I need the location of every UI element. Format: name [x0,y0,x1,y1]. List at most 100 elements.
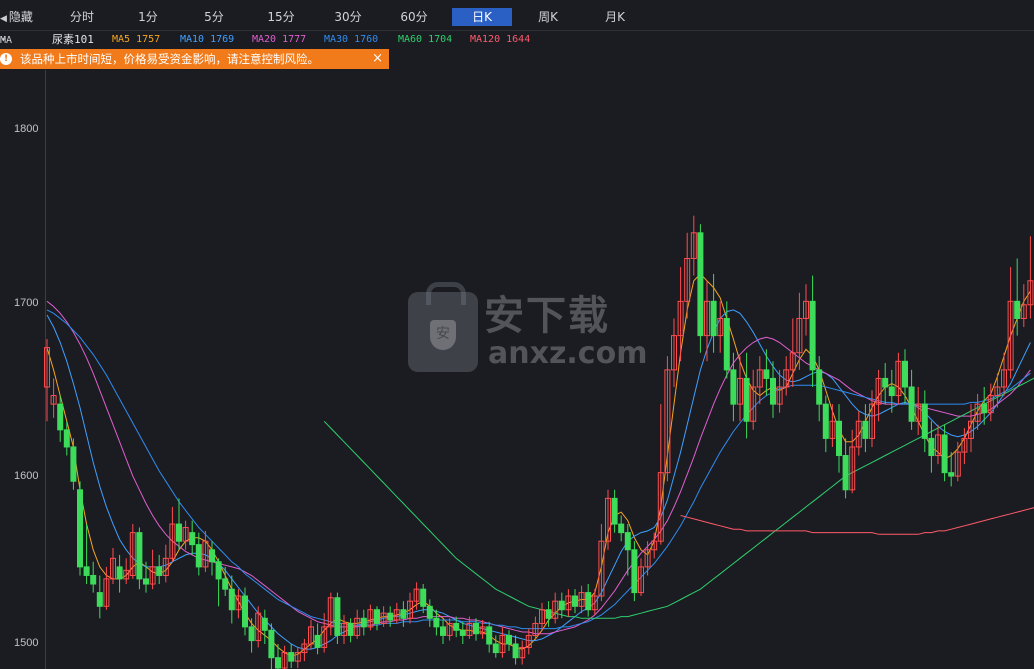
ma120-name: MA120 [470,34,501,45]
ma5-value: 1757 [136,34,161,45]
candle-down [96,592,103,607]
tab-60min[interactable]: 60分 [384,8,444,26]
candle-down [822,403,829,439]
candle-down [63,429,70,448]
candle-down [374,609,380,624]
tab-5min[interactable]: 5分 [184,8,244,26]
ma60-label: MA60 1704 [398,32,452,48]
hide-label: 隐藏 [8,10,33,24]
candle-down [77,489,83,568]
candle-down [888,386,895,397]
candle-down [400,609,407,619]
ma10-label: MA10 1769 [180,32,234,48]
candle-down [1014,300,1021,319]
candle-down [288,652,295,662]
candle-down [902,360,908,388]
candle-down [862,420,869,439]
candle-down [572,595,578,607]
tab-30min[interactable]: 30分 [318,8,378,26]
candle-down [882,377,889,388]
candle-down [314,634,321,648]
indicator-selector[interactable]: MA ▾ [0,32,12,48]
candle-down [697,232,704,337]
ma30-name: MA30 [324,34,349,45]
candle-down [453,622,460,631]
candle-down [90,574,97,585]
shield-icon: 安 [430,320,456,350]
ma120-value: 1644 [506,34,531,45]
candle-down [360,617,367,628]
candle-down [486,626,493,645]
candle-down [228,588,235,611]
candle-down [195,544,202,568]
tab-1min[interactable]: 1分 [118,8,178,26]
ma30-label: MA30 1760 [324,32,378,48]
candle-down [842,455,849,491]
ma-legend-row: MA ▾ 尿素101 MA5 1757 MA10 1769 MA20 1777 M… [0,31,1034,49]
candle-down [770,377,776,405]
candle-down [618,523,625,534]
info-icon: ! [0,53,12,65]
ma120-line [680,507,1034,535]
risk-warning-banner: ! 该品种上市时间短，价格易受资金影响，请注意控制风险。 × [0,49,389,69]
candle-down [176,523,182,542]
candle-down [215,561,222,580]
ma20-label: MA20 1777 [252,32,306,48]
candle-down [928,437,935,457]
candle-down [209,549,215,563]
instrument-name: 尿素101 [52,33,94,46]
candle-down [242,595,248,628]
tab-weekly-k[interactable]: 周K [518,8,578,26]
candle-down [611,497,618,525]
candle-down [248,626,255,642]
ma120-label: MA120 1644 [470,32,530,48]
candle-down [473,622,479,635]
candle-down [631,549,638,594]
candle-down [268,629,275,659]
candle-down [440,626,446,636]
candle-down [921,403,928,439]
period-toolbar: ◀ 隐藏 分时 1分 5分 15分 30分 60分 日K 周K 月K [0,0,1034,31]
tab-15min[interactable]: 15分 [251,8,311,26]
indicator-selector-label: MA [0,35,13,46]
ma60-name: MA60 [398,34,423,45]
candle-down [545,609,552,619]
close-icon[interactable]: × [372,49,383,69]
ma10-name: MA10 [180,34,205,45]
candle-down [156,566,163,576]
watermark: 安 安下载 anxz.com [408,282,647,374]
candle-down [57,403,64,431]
candle-down [334,597,341,636]
ma20-value: 1777 [282,34,307,45]
tab-monthly-k[interactable]: 月K [585,8,645,26]
candle-down [809,300,816,371]
candle-down [275,657,281,669]
collapse-arrow-icon: ◀ [0,14,7,24]
tab-daily-k[interactable]: 日K [452,8,512,26]
tab-timeshare[interactable]: 分时 [52,8,112,26]
candle-down [948,472,955,477]
candle-down [585,592,592,611]
candle-down [189,532,196,546]
candle-down [743,377,750,422]
watermark-cn-text: 安下载 [484,293,610,339]
candle-down [492,643,499,654]
candle-down [723,317,730,371]
candle-down [512,643,519,659]
ma5-label: MA5 1757 [112,32,160,48]
candle-down [387,612,394,621]
candle-down [816,369,823,405]
candle-down [222,578,229,590]
candle-down [836,420,842,457]
hide-panel-button[interactable]: ◀ 隐藏 [0,8,33,25]
ma5-name: MA5 [112,34,131,45]
candle-down [710,300,717,337]
candle-down [730,369,737,405]
candle-down [70,446,77,482]
candle-down [83,566,90,576]
candle-down [143,578,149,585]
candle-down [981,403,988,414]
candle-down [558,600,565,611]
candle-down [506,634,512,645]
candle-down [116,566,123,580]
